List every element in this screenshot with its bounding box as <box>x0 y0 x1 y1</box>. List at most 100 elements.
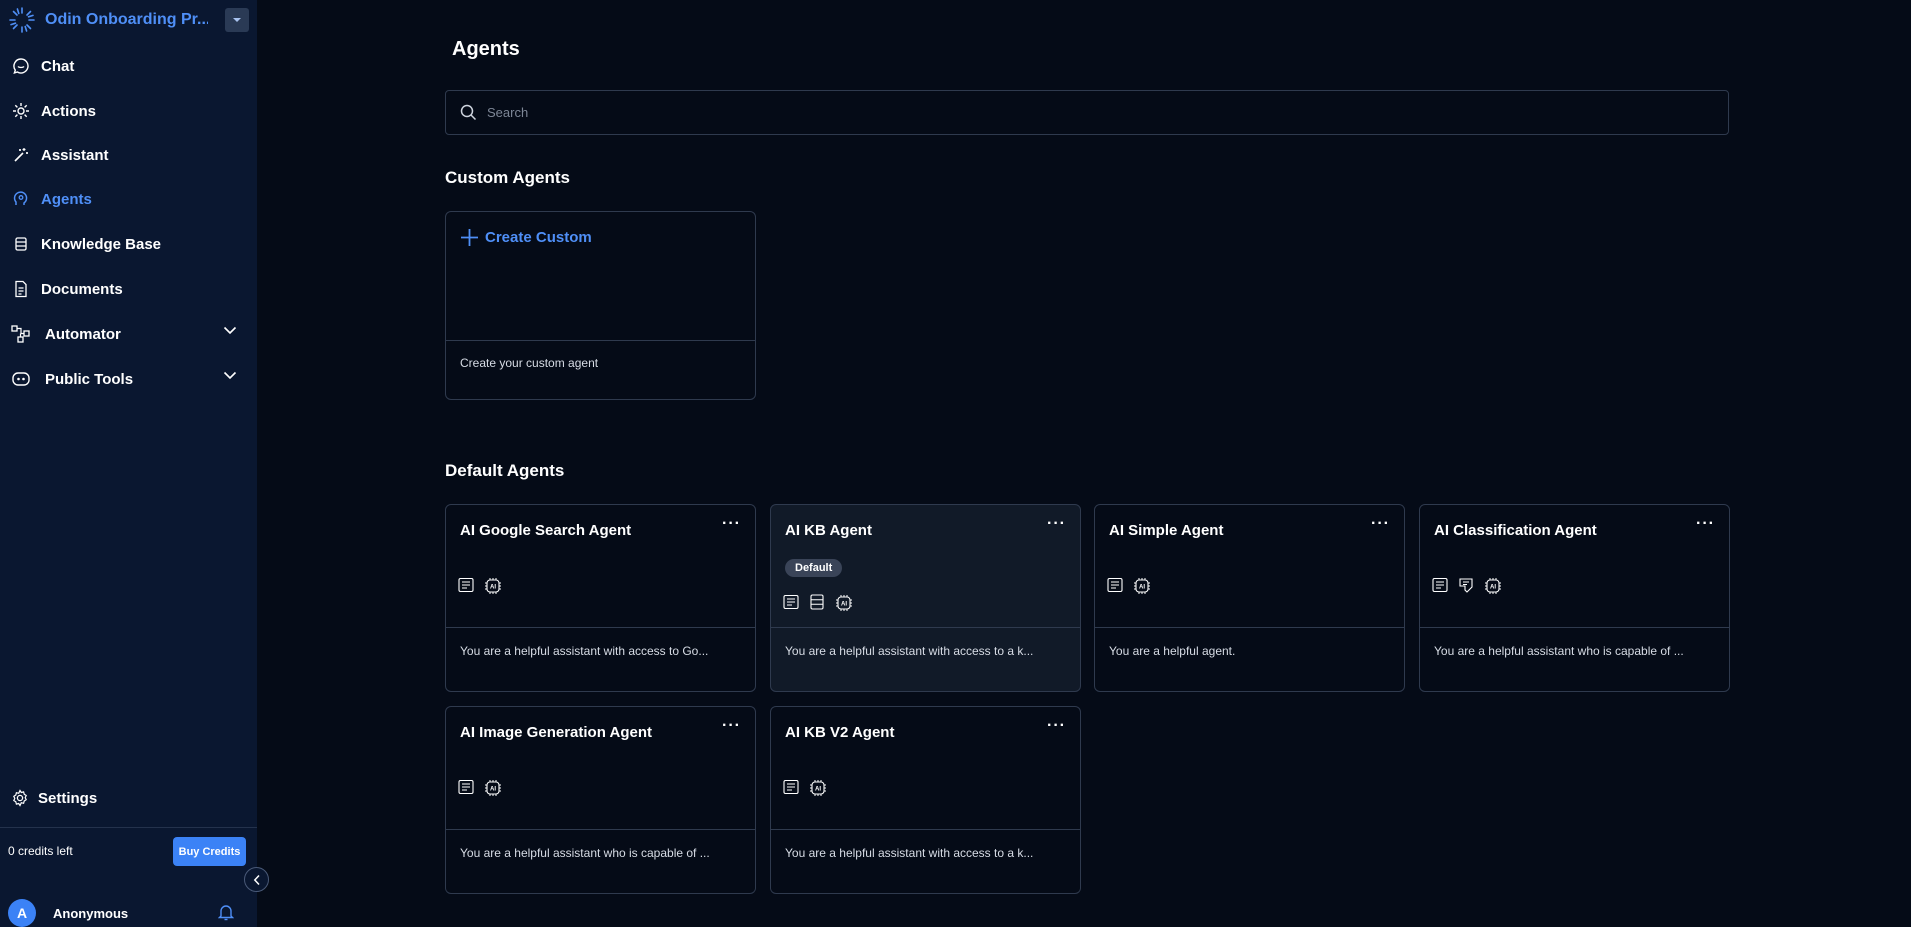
user-name: Anonymous <box>53 905 129 921</box>
create-custom-button[interactable]: Create Custom <box>460 228 592 247</box>
agent-card-image-generation[interactable]: AI Image Generation Agent ··· AI You are… <box>445 706 756 894</box>
chevron-left-icon <box>253 874 260 885</box>
workspace-switcher[interactable]: Odin Onboarding Pr... <box>8 6 249 34</box>
create-custom-label: Create Custom <box>485 229 592 246</box>
agent-description: You are a helpful assistant with access … <box>785 644 1034 658</box>
sidebar: Odin Onboarding Pr... Chat Actions Assis… <box>0 0 257 927</box>
document-icon <box>1107 577 1123 593</box>
agent-card-google-search[interactable]: AI Google Search Agent ··· AI You are a … <box>445 504 756 692</box>
agent-title: AI KB Agent <box>785 522 872 539</box>
more-options-button[interactable]: ··· <box>1371 515 1390 533</box>
document-icon <box>458 577 474 593</box>
sidebar-item-documents[interactable]: Documents <box>0 269 257 309</box>
sidebar-item-agents[interactable]: Agents <box>0 179 257 219</box>
sidebar-item-chat[interactable]: Chat <box>0 46 257 86</box>
chevron-down-icon[interactable] <box>223 326 237 335</box>
svg-text:AI: AI <box>1490 584 1496 590</box>
plus-icon <box>461 229 478 246</box>
agent-card-kb-v2[interactable]: AI KB V2 Agent ··· AI You are a helpful … <box>770 706 1081 894</box>
document-icon <box>458 779 474 795</box>
more-options-button[interactable]: ··· <box>722 717 741 735</box>
create-custom-card[interactable]: Create Custom Create your custom agent <box>445 211 756 400</box>
agent-title: AI Google Search Agent <box>460 522 632 539</box>
chevron-down-icon[interactable] <box>223 371 237 380</box>
ai-chip-icon: AI <box>1134 578 1150 594</box>
ai-chip-icon: AI <box>485 780 501 796</box>
agent-title: AI Image Generation Agent <box>460 724 652 741</box>
card-divider <box>1095 627 1404 628</box>
workspace-dropdown-button[interactable] <box>225 8 249 32</box>
sidebar-item-label: Knowledge Base <box>41 235 162 253</box>
workspace-name: Odin Onboarding Pr... <box>45 11 208 28</box>
agent-title: AI KB V2 Agent <box>785 724 895 741</box>
credits-text: 0 credits left <box>8 844 73 858</box>
robot-icon <box>11 369 31 389</box>
agent-card-simple[interactable]: AI Simple Agent ··· AI You are a helpful… <box>1094 504 1405 692</box>
agent-capability-icons: AI <box>458 779 502 797</box>
settings-button[interactable]: Settings <box>0 778 257 818</box>
more-options-button[interactable]: ··· <box>1696 515 1715 533</box>
default-badge: Default <box>785 559 843 577</box>
more-options-button[interactable]: ··· <box>1047 717 1066 735</box>
document-icon <box>1432 577 1448 593</box>
agent-description: You are a helpful assistant with access … <box>460 644 709 658</box>
card-divider <box>446 627 755 628</box>
document-icon <box>11 279 31 299</box>
bell-icon[interactable] <box>218 903 234 921</box>
agent-description: You are a helpful agent. <box>1109 644 1236 658</box>
agent-card-classification[interactable]: AI Classification Agent ··· AI You are a… <box>1419 504 1730 692</box>
user-profile[interactable]: A Anonymous <box>8 899 248 927</box>
more-options-button[interactable]: ··· <box>1047 515 1066 533</box>
agent-capability-icons: AI <box>783 779 827 797</box>
agent-description: You are a helpful assistant who is capab… <box>1434 644 1684 658</box>
sidebar-item-actions[interactable]: Actions <box>0 91 257 131</box>
sidebar-item-label: Agents <box>41 190 92 208</box>
svg-text:AI: AI <box>1139 584 1145 590</box>
sidebar-item-assistant[interactable]: Assistant <box>0 135 257 175</box>
sidebar-item-label: Automator <box>45 325 121 343</box>
document-icon <box>783 779 799 795</box>
card-divider <box>1420 627 1729 628</box>
search-icon <box>460 104 477 121</box>
custom-agents-heading: Custom Agents <box>445 168 570 187</box>
ai-chip-icon: AI <box>485 578 501 594</box>
agent-title: AI Classification Agent <box>1434 522 1597 539</box>
agent-capability-icons: AI <box>1432 577 1502 595</box>
agent-capability-icons: AI <box>1107 577 1151 595</box>
collapse-sidebar-button[interactable] <box>244 867 269 892</box>
agent-card-kb[interactable]: AI KB Agent ··· Default AI You are a hel… <box>770 504 1081 692</box>
search-bar[interactable] <box>445 90 1729 135</box>
ai-chip-icon: AI <box>1485 578 1501 594</box>
svg-text:AI: AI <box>815 786 821 792</box>
card-divider <box>771 627 1080 628</box>
agent-description: You are a helpful assistant who is capab… <box>460 846 710 860</box>
ai-chip-icon: AI <box>836 595 852 611</box>
card-divider <box>446 340 755 341</box>
buy-credits-button[interactable]: Buy Credits <box>173 837 246 866</box>
page-title: Agents <box>452 38 520 60</box>
create-custom-description: Create your custom agent <box>460 356 599 370</box>
caret-down-icon <box>233 18 241 22</box>
sidebar-item-automator[interactable]: Automator <box>0 314 257 354</box>
sidebar-item-label: Public Tools <box>45 370 134 388</box>
svg-text:AI: AI <box>841 601 847 607</box>
magic-wand-icon <box>11 145 31 165</box>
agent-title: AI Simple Agent <box>1109 522 1224 539</box>
agent-capability-icons: AI <box>458 577 502 595</box>
card-divider <box>446 829 755 830</box>
sidebar-divider <box>0 827 257 828</box>
sidebar-item-label: Actions <box>41 102 97 120</box>
database-icon <box>11 234 31 254</box>
sidebar-item-public-tools[interactable]: Public Tools <box>0 359 257 399</box>
search-input[interactable] <box>487 105 1687 120</box>
flow-icon <box>11 324 31 344</box>
agent-head-icon <box>11 189 31 209</box>
tag-icon <box>1459 578 1473 593</box>
sidebar-item-label: Assistant <box>41 146 109 164</box>
document-icon <box>783 594 799 610</box>
svg-text:AI: AI <box>490 786 496 792</box>
svg-text:AI: AI <box>490 584 496 590</box>
more-options-button[interactable]: ··· <box>722 515 741 533</box>
sidebar-item-knowledge-base[interactable]: Knowledge Base <box>0 224 257 264</box>
database-icon <box>810 594 824 610</box>
